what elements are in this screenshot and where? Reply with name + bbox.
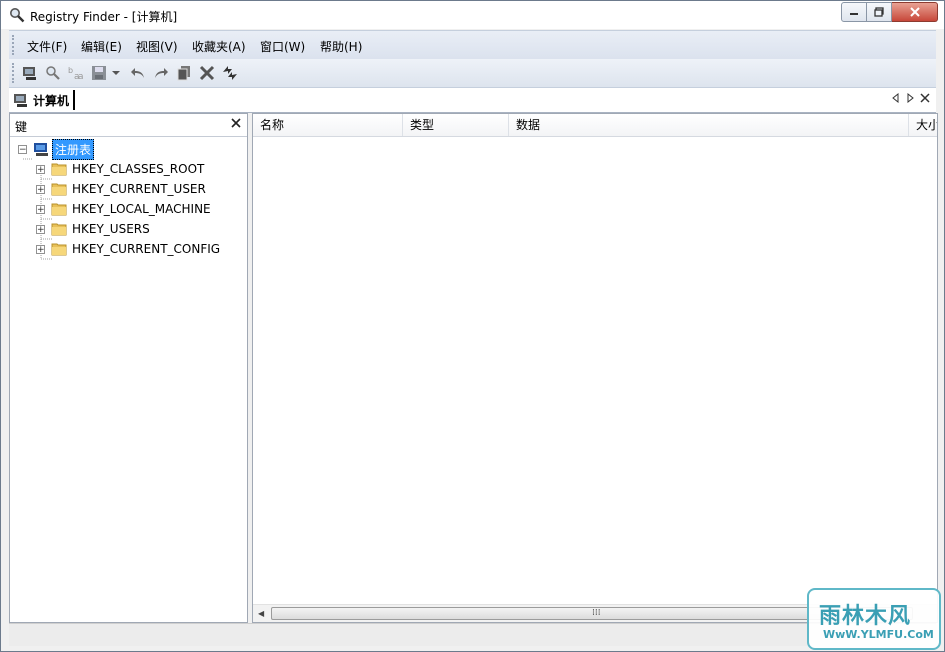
expand-icon[interactable]: + [36, 244, 45, 254]
column-type[interactable]: 类型 [403, 114, 509, 136]
menu-help[interactable]: 帮助(H) [320, 38, 362, 55]
app-window: Registry Finder - [计算机] 文件(F) 编辑(E) 视图(V… [0, 0, 945, 652]
window-title: Registry Finder - [计算机] [30, 10, 178, 24]
computer-icon [23, 67, 36, 80]
computer-icon [34, 143, 48, 156]
refresh-icon [223, 66, 237, 80]
tree-root[interactable]: − 注册表 [18, 138, 95, 160]
close-button[interactable] [892, 2, 938, 22]
tree-item-hkcr[interactable]: + HKEY_CLASSES_ROOT [36, 159, 204, 179]
values-list-pane: 名称 类型 数据 大小 ◀ ⁞⁞⁞ [252, 113, 938, 623]
list-column-headers: 名称 类型 数据 大小 [253, 114, 937, 137]
copy-icon [177, 66, 190, 81]
watermark-logo: 雨林木风 WwW.YLMFU.CoM [807, 588, 941, 650]
delete-button[interactable] [198, 64, 216, 82]
magnifier-app-icon [10, 8, 25, 23]
tab-prev-icon[interactable] [892, 93, 900, 103]
tree-item-hklm[interactable]: + HKEY_LOCAL_MACHINE [36, 199, 211, 219]
title-bar[interactable]: Registry Finder - [计算机] [1, 1, 944, 29]
replace-button[interactable]: baa [67, 64, 85, 82]
thumb-grip-icon: ⁞⁞⁞ [592, 608, 601, 618]
watermark-sub: WwW.YLMFU.CoM [823, 628, 934, 641]
svg-text:a: a [78, 72, 84, 81]
refresh-button[interactable] [221, 64, 239, 82]
tab-bar: 计算机 [9, 88, 936, 113]
search-button[interactable] [44, 64, 62, 82]
folder-icon [51, 183, 67, 196]
tree-item-label: HKEY_USERS [72, 222, 150, 236]
redo-button[interactable] [152, 64, 170, 82]
undo-icon [131, 68, 144, 78]
key-pane-header: 键 [10, 114, 247, 137]
menu-view[interactable]: 视图(V) [136, 38, 178, 55]
expand-icon[interactable]: + [36, 224, 45, 234]
delete-icon [199, 65, 215, 81]
tree-item-label: HKEY_CURRENT_CONFIG [72, 242, 221, 256]
tree-root-label[interactable]: 注册表 [52, 138, 95, 160]
folder-icon [51, 223, 67, 236]
folder-icon [51, 243, 67, 256]
computer-icon [14, 94, 27, 107]
menu-favorites[interactable]: 收藏夹(A) [192, 38, 246, 55]
redo-icon [155, 68, 168, 78]
dropdown-icon [112, 71, 120, 75]
key-pane-title: 键 [15, 120, 28, 134]
collapse-icon[interactable]: − [18, 144, 27, 154]
search-icon [46, 66, 60, 80]
tree-item-label: HKEY_CURRENT_USER [72, 182, 206, 196]
save-icon [92, 66, 106, 80]
minimize-button[interactable] [841, 2, 867, 22]
menu-bar: 文件(F) 编辑(E) 视图(V) 收藏夹(A) 窗口(W) 帮助(H) [9, 30, 936, 59]
watermark-main: 雨林木风 [819, 604, 912, 629]
status-bar [9, 623, 936, 646]
close-icon [909, 7, 920, 17]
expand-icon[interactable]: + [36, 184, 45, 194]
expand-icon[interactable]: + [36, 164, 45, 174]
tab-computer[interactable]: 计算机 [13, 90, 76, 110]
folder-icon [51, 163, 67, 176]
key-pane-close-button[interactable] [231, 116, 241, 132]
expand-icon[interactable]: + [36, 204, 45, 214]
menu-window[interactable]: 窗口(W) [260, 38, 305, 55]
tab-next-icon[interactable] [906, 93, 914, 103]
menu-file[interactable]: 文件(F) [27, 38, 67, 55]
save-dropdown-button[interactable] [110, 64, 122, 82]
column-data[interactable]: 数据 [509, 114, 909, 136]
toolbar-grip[interactable] [12, 63, 16, 83]
tree-item-hkcu[interactable]: + HKEY_CURRENT_USER [36, 179, 206, 199]
tab-navigation [892, 93, 930, 103]
maximize-button[interactable] [867, 2, 892, 22]
column-size[interactable]: 大小 [909, 114, 937, 136]
window-controls [841, 2, 938, 22]
scroll-left-icon[interactable]: ◀ [258, 609, 264, 618]
tree-item-hku[interactable]: + HKEY_USERS [36, 219, 150, 239]
tab-close-icon[interactable] [920, 93, 930, 103]
computer-button[interactable] [21, 64, 39, 82]
replace-icon: baa [68, 66, 84, 81]
undo-button[interactable] [129, 64, 147, 82]
tab-label: 计算机 [33, 93, 70, 108]
key-tree-pane: 键 − 注册表 + HKEY_CLASSES_ROOT + HKEY_CURRE… [9, 113, 248, 623]
tree-item-hkcc[interactable]: + HKEY_CURRENT_CONFIG [36, 239, 220, 259]
copy-button[interactable] [175, 64, 193, 82]
menu-edit[interactable]: 编辑(E) [81, 38, 122, 55]
close-icon [231, 118, 241, 128]
svg-text:b: b [68, 66, 73, 75]
minimize-icon [850, 13, 858, 15]
tree-item-label: HKEY_LOCAL_MACHINE [72, 202, 211, 216]
tree-item-label: HKEY_CLASSES_ROOT [72, 162, 205, 176]
folder-icon [51, 203, 67, 216]
restore-icon [874, 7, 884, 17]
menubar-grip[interactable] [12, 35, 16, 55]
toolbar: baa [9, 59, 936, 88]
save-button[interactable] [90, 64, 108, 82]
column-name[interactable]: 名称 [253, 114, 403, 136]
